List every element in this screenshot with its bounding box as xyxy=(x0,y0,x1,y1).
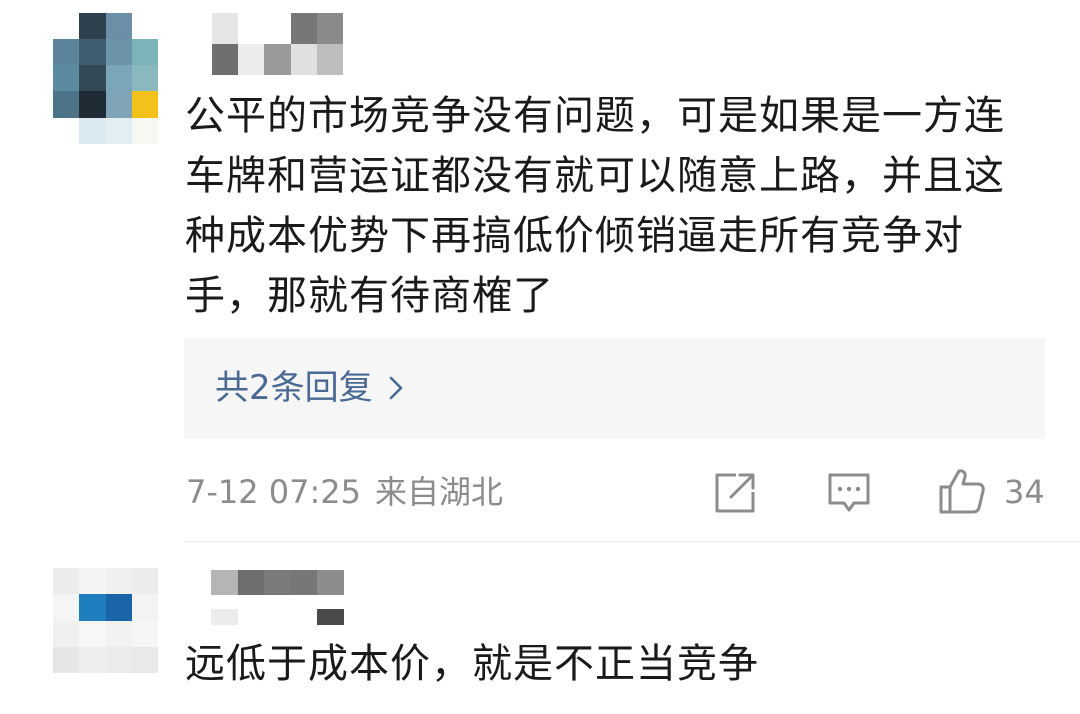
comment-button[interactable] xyxy=(827,472,871,514)
chevron-right-icon xyxy=(389,376,402,400)
comment-meta: 7-12 07:25 来自湖北 xyxy=(186,470,503,514)
comment-text: 公平的市场竞争没有问题，可是如果是一方连车牌和营运证都没有就可以随意上路，并且这… xyxy=(185,93,1005,319)
comment-icon xyxy=(828,473,870,512)
share-button[interactable] xyxy=(714,472,756,514)
location: 来自湖北 xyxy=(375,473,504,511)
like-count: 34 xyxy=(1004,473,1045,511)
avatar[interactable] xyxy=(53,13,158,144)
reply-summary[interactable]: 共2条回复 xyxy=(184,338,1045,439)
like-icon xyxy=(939,469,985,514)
comment-text: 远低于成本价，就是不正当竞争 xyxy=(185,641,759,687)
username-redacted[interactable] xyxy=(211,570,344,625)
avatar[interactable] xyxy=(53,568,158,673)
comment-item: 公平的市场竞争没有问题，可是如果是一方连车牌和营运证都没有就可以随意上路，并且这… xyxy=(0,0,1080,541)
like-button[interactable] xyxy=(938,467,986,515)
comment-item: 远低于成本价，就是不正当竞争 xyxy=(0,542,1080,714)
username-redacted[interactable] xyxy=(186,13,343,75)
timestamp: 7-12 07:25 xyxy=(186,473,362,511)
share-icon xyxy=(715,473,755,513)
replies-label: 共2条回复 xyxy=(215,368,373,408)
view-replies-link[interactable]: 共2条回复 xyxy=(215,364,403,412)
